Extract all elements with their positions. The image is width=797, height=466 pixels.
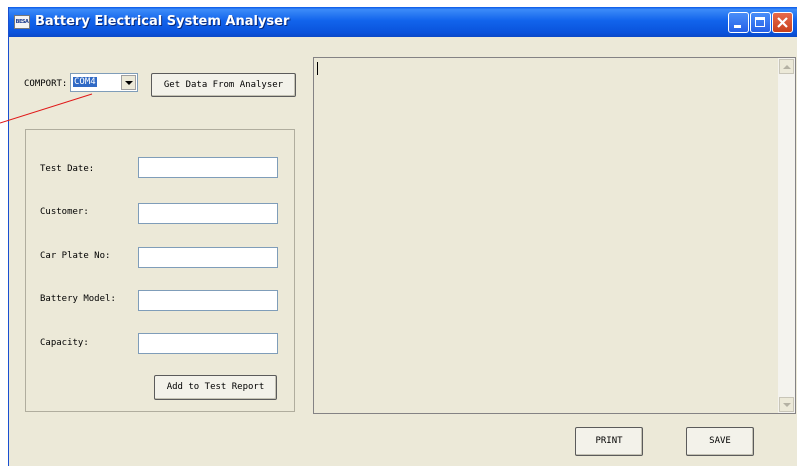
annotation-arrow <box>0 93 93 124</box>
